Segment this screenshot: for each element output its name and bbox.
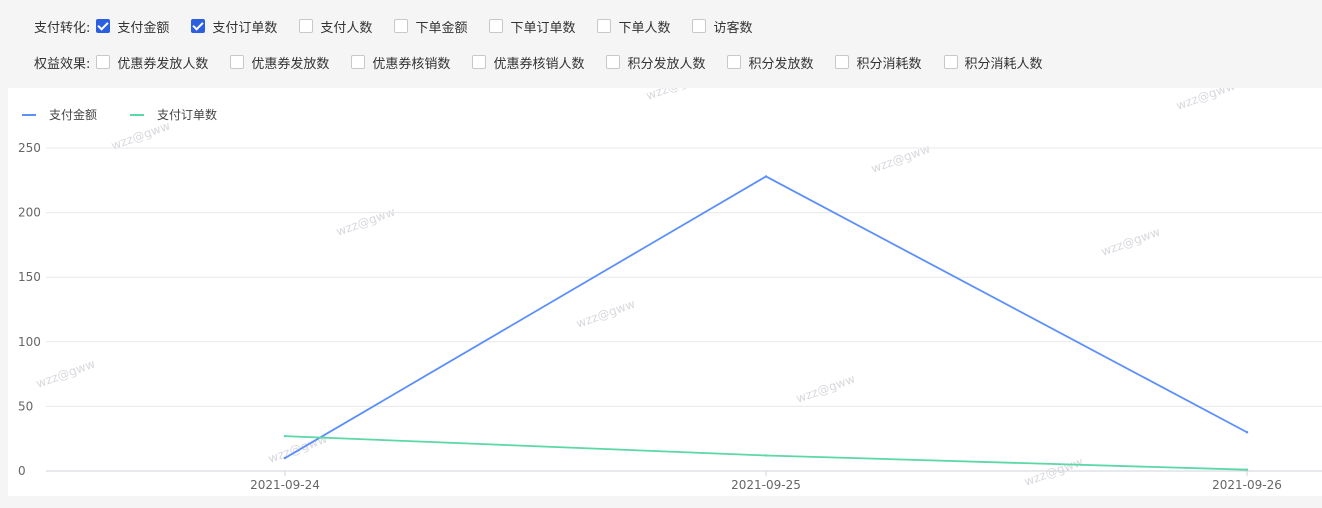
y-tick-label: 0 [18, 464, 26, 478]
metric-filter-panel: 支付转化: 支付金额 支付订单数 支付人数 下单金额 下单订单数 下单人数 访客数 权益效果… [18, 0, 1322, 88]
x-tick-label: 2021-09-25 [731, 478, 801, 492]
checkbox-empty-icon[interactable] [351, 55, 366, 69]
series-point [764, 454, 768, 457]
checkbox-label: 下单人数 [618, 20, 671, 36]
metric-checkbox-option[interactable]: 支付人数 [299, 17, 372, 36]
watermark-text: wzz@gww [644, 88, 707, 103]
metric-checkbox-option[interactable]: 访客数 [692, 17, 753, 36]
checkbox-label: 支付人数 [320, 20, 373, 36]
watermark-text: wzz@gww [574, 297, 637, 331]
checkbox-empty-icon[interactable] [489, 19, 504, 33]
benefit-effect-row: 权益效果: 优惠券发放人数 优惠券发放数 优惠券核销数 优惠券核销人数 积分发放人数 积分… [34, 50, 1065, 74]
y-tick-label: 200 [18, 206, 41, 220]
checkbox-empty-icon[interactable] [230, 55, 245, 69]
checkbox-checked-icon[interactable] [191, 19, 206, 33]
checkbox-label: 积分发放人数 [627, 56, 706, 72]
series-point [1245, 468, 1249, 471]
metric-checkbox-option[interactable]: 积分发放人数 [606, 53, 705, 72]
checkbox-empty-icon[interactable] [727, 55, 742, 69]
metric-checkbox-option[interactable]: 优惠券发放数 [230, 53, 329, 72]
checkbox-label: 访客数 [713, 20, 753, 36]
metric-checkbox-option[interactable]: 支付订单数 [191, 17, 277, 36]
metric-checkbox-option[interactable]: 下单金额 [394, 17, 467, 36]
checkbox-label: 支付订单数 [212, 20, 278, 36]
checkbox-empty-icon[interactable] [96, 55, 111, 69]
x-tick-label: 2021-09-24 [250, 478, 320, 492]
checkbox-label: 优惠券发放数 [251, 56, 330, 72]
checkbox-empty-icon[interactable] [692, 19, 707, 33]
metric-checkbox-option[interactable]: 优惠券发放人数 [96, 53, 208, 72]
checkbox-label: 优惠券核销数 [372, 56, 451, 72]
metric-checkbox-option[interactable]: 下单订单数 [489, 17, 575, 36]
series-point [1245, 431, 1249, 434]
line-chart: wzz@gww wzz@gww wzz@gww wzz@gww wzz@gww wzz@g… [18, 88, 1322, 492]
metric-checkbox-option[interactable]: 积分消耗数 [835, 53, 922, 72]
series-line [284, 175, 1248, 459]
checkbox-label: 积分发放数 [748, 56, 814, 72]
benefit-effect-options: 优惠券发放人数 优惠券发放数 优惠券核销数 优惠券核销人数 积分发放人数 积分发放数 积分消… [96, 53, 1064, 72]
watermark-text: wzz@gww [34, 357, 97, 391]
watermark-text: wzz@gww [1022, 455, 1085, 489]
watermark-text: wzz@gww [869, 142, 932, 176]
metric-checkbox-option[interactable]: 优惠券核销数 [351, 53, 450, 72]
checkbox-label: 下单金额 [415, 20, 468, 36]
benefit-effect-label: 权益效果: [34, 56, 91, 72]
y-tick-label: 250 [18, 141, 41, 155]
metric-checkbox-option[interactable]: 支付金额 [96, 17, 169, 36]
checkbox-empty-icon[interactable] [606, 55, 621, 69]
legend-label: 支付金额 [49, 107, 97, 122]
watermark-text: wzz@gww [794, 372, 857, 406]
x-tick-label: 2021-09-26 [1212, 478, 1282, 492]
y-tick-label: 100 [18, 335, 41, 349]
checkbox-label: 积分消耗人数 [964, 56, 1043, 72]
watermark-text: wzz@gww [1174, 88, 1237, 113]
metric-checkbox-option[interactable]: 下单人数 [597, 17, 670, 36]
metric-checkbox-option[interactable]: 积分发放数 [727, 53, 813, 72]
checkbox-empty-icon[interactable] [597, 19, 612, 33]
checkbox-label: 积分消耗数 [856, 56, 922, 72]
payment-conversion-options: 支付金额 支付订单数 支付人数 下单金额 下单订单数 下单人数 访客数 [96, 17, 774, 36]
y-tick-label: 50 [18, 399, 33, 413]
series-point [764, 175, 768, 178]
checkbox-empty-icon[interactable] [943, 55, 958, 69]
watermark-text: wzz@gww [1099, 225, 1162, 259]
line-chart-card: wzz@gww wzz@gww wzz@gww wzz@gww wzz@gww wzz@g… [8, 88, 1322, 496]
series-line [284, 435, 1248, 471]
watermark-text: wzz@gww [334, 205, 397, 239]
metric-checkbox-option[interactable]: 积分消耗人数 [943, 53, 1043, 72]
payment-conversion-row: 支付转化: 支付金额 支付订单数 支付人数 下单金额 下单订单数 下单人数 访客数 [34, 14, 775, 38]
metric-checkbox-option[interactable]: 优惠券核销人数 [472, 53, 584, 72]
checkbox-label: 支付金额 [117, 20, 170, 36]
checkbox-label: 优惠券发放人数 [117, 56, 209, 72]
checkbox-label: 优惠券核销人数 [493, 56, 585, 72]
checkbox-empty-icon[interactable] [835, 55, 850, 69]
series-point [283, 456, 287, 460]
checkbox-empty-icon[interactable] [299, 19, 314, 33]
payment-conversion-label: 支付转化: [34, 20, 91, 36]
checkbox-checked-icon[interactable] [96, 19, 111, 33]
checkbox-empty-icon[interactable] [472, 55, 487, 69]
checkbox-label: 下单订单数 [510, 20, 576, 36]
legend-label: 支付订单数 [157, 107, 217, 122]
y-tick-label: 150 [18, 270, 41, 284]
series-point [283, 434, 287, 438]
checkbox-empty-icon[interactable] [394, 19, 409, 33]
